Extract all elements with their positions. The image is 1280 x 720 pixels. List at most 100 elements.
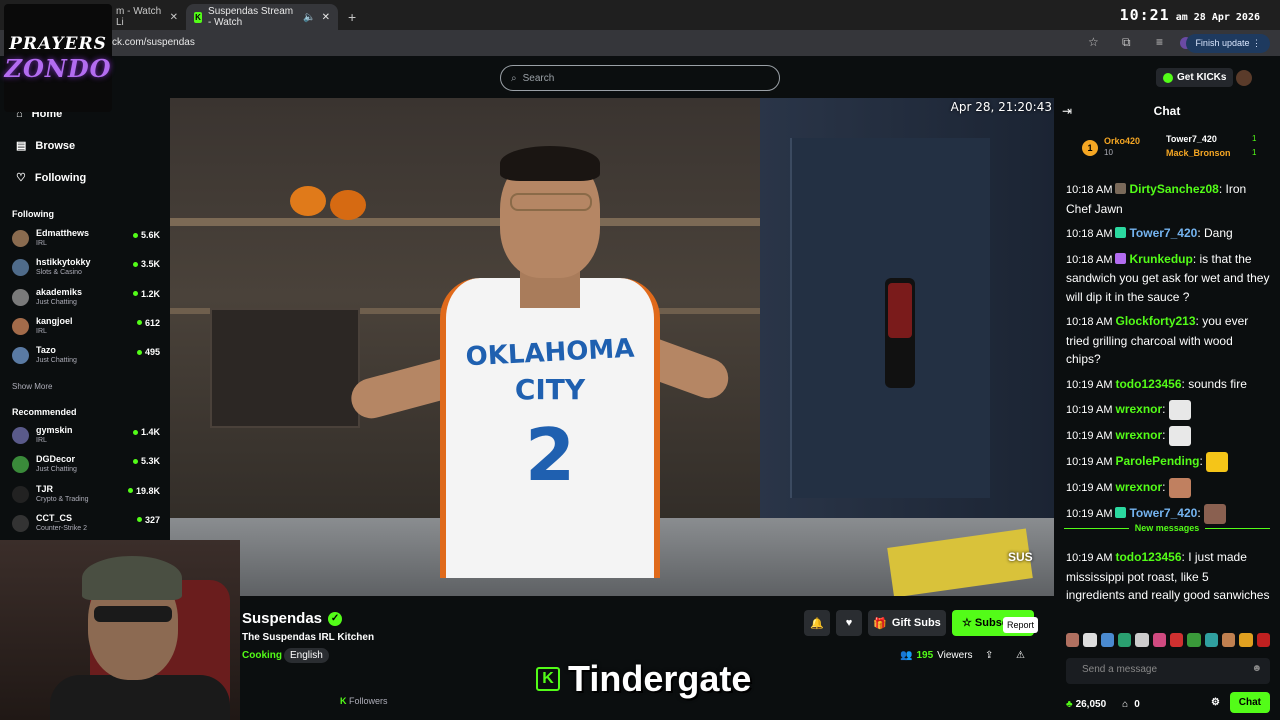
browser-tab-1[interactable]: m - Watch Li ✕: [108, 4, 186, 30]
url-text[interactable]: ck.com/suspendas: [112, 37, 195, 48]
channel-viewers: 1.2K: [132, 289, 160, 299]
message-time: 10:18 AM: [1066, 253, 1113, 266]
finish-update-button[interactable]: Finish update ⋮: [1186, 34, 1270, 53]
message-time: 10:19 AM: [1066, 482, 1113, 495]
message-username[interactable]: wrexnor: [1115, 428, 1162, 442]
streamer-name-label: Suspendas: [242, 610, 323, 627]
gift-subs-label: Gift Subs: [891, 617, 941, 629]
message-username[interactable]: Tower7_420: [1129, 226, 1197, 240]
close-icon[interactable]: ✕: [322, 12, 330, 23]
emote-quick-bar: [1066, 633, 1270, 649]
jersey-text: CITY: [514, 373, 586, 406]
sidebar-channel[interactable]: DGDecor Just Chatting 5.3K: [12, 453, 160, 479]
sidebar-channel[interactable]: hstikkytokky Slots & Casino 3.5K: [12, 256, 160, 282]
kicks-coin-icon: [1163, 72, 1173, 83]
new-tab-button[interactable]: +: [340, 4, 364, 30]
message-username[interactable]: Glockforty213: [1115, 314, 1195, 328]
gift-subs-button[interactable]: 🎁 Gift Subs: [868, 610, 946, 636]
search-input[interactable]: ⌕ Search: [500, 65, 780, 91]
sidebar-channel[interactable]: Tazo Just Chatting 495: [12, 344, 160, 370]
emote-icon[interactable]: [1066, 633, 1080, 647]
emote-icon[interactable]: [1256, 633, 1270, 647]
user-avatar[interactable]: [1236, 70, 1252, 86]
chat-panel: ⇥ Chat 1 Orko420 10 Tower7_420 1 Mack_Br…: [1054, 98, 1280, 720]
kicks-balance[interactable]: 26,050: [1076, 699, 1107, 710]
emote-icon[interactable]: [1187, 633, 1201, 647]
warning-icon[interactable]: ⚠: [1016, 650, 1025, 661]
live-dot-icon: [136, 517, 142, 523]
emote-icon[interactable]: [1083, 633, 1097, 647]
sidebar-channel[interactable]: gymskin IRL 1.4K: [12, 424, 160, 450]
gifter-name[interactable]: Mack_Bronson: [1166, 148, 1231, 158]
gifter-name[interactable]: Orko420: [1104, 136, 1140, 146]
new-messages-divider[interactable]: New messages: [1064, 523, 1270, 533]
message-time: 10:19 AM: [1066, 378, 1113, 391]
message-username[interactable]: todo123456: [1115, 550, 1181, 564]
bell-button[interactable]: 🔔: [804, 610, 830, 636]
avatar: [12, 514, 29, 532]
streamer-name[interactable]: Suspendas ✓: [242, 610, 343, 627]
emote-icon[interactable]: [1135, 633, 1149, 647]
sidebar-channel[interactable]: kangjoel IRL 612: [12, 315, 160, 341]
sidebar-channel[interactable]: akademiks Just Chatting 1.2K: [12, 286, 160, 312]
star-icon[interactable]: ☆: [1088, 35, 1099, 49]
live-dot-icon: [127, 488, 133, 494]
emote-icon[interactable]: [1239, 633, 1253, 647]
chat-message: 10:19 AM ParolePending:: [1066, 452, 1270, 472]
chat-input[interactable]: Send a message ☻: [1066, 658, 1270, 684]
points-count[interactable]: 0: [1134, 699, 1140, 710]
emote-icon[interactable]: [1152, 633, 1166, 647]
message-username[interactable]: wrexnor: [1115, 402, 1162, 416]
emote-icon[interactable]: [1117, 633, 1132, 647]
sidebar-item-following[interactable]: ♡ Following: [16, 171, 86, 185]
extensions-icon[interactable]: ⧉: [1122, 35, 1131, 50]
message-username[interactable]: DirtySanchez08: [1129, 182, 1218, 196]
speaker-icon[interactable]: 🔈: [303, 12, 315, 23]
message-username[interactable]: todo123456: [1115, 377, 1181, 391]
sidebar-item-browse[interactable]: ▤ Browse: [16, 139, 76, 153]
message-username[interactable]: Tower7_420: [1129, 506, 1197, 520]
emoji-icon[interactable]: ☻: [1251, 663, 1262, 674]
message-username[interactable]: ParolePending: [1115, 454, 1199, 468]
points-icon: ⌂: [1122, 698, 1129, 710]
sidebar-item-label: Browse: [35, 139, 76, 152]
user-badge-icon: [1115, 227, 1127, 238]
emote-icon[interactable]: [1204, 633, 1218, 647]
video-scene: [210, 308, 360, 428]
sidebar-channel[interactable]: CCT_CS Counter-Strike 2 327: [12, 512, 160, 538]
message-username[interactable]: wrexnor: [1115, 480, 1162, 494]
video-player[interactable]: OKLAHOMA CITY 2 Apr 28, 21:20:43 SUS: [170, 98, 1054, 596]
sidebar-channel[interactable]: TJR Crypto & Trading 19.8K: [12, 483, 160, 509]
browser-tab-2[interactable]: K Suspendas Stream - Watch 🔈 ✕: [186, 4, 338, 30]
show-more-link[interactable]: Show More: [12, 382, 52, 391]
language-tag[interactable]: English: [284, 648, 329, 663]
chat-message: 10:19 AM todo123456: sounds fire: [1066, 375, 1270, 395]
get-kicks-button[interactable]: Get KICKs: [1156, 68, 1234, 87]
sidebar-channel[interactable]: Edmatthews IRL 5.6K: [12, 227, 160, 253]
message-time: 10:19 AM: [1066, 508, 1113, 521]
verified-icon: ✓: [328, 611, 343, 626]
follow-button[interactable]: ♥: [836, 610, 862, 636]
stream-title: The Suspendas IRL Kitchen: [242, 632, 375, 643]
close-icon[interactable]: ✕: [170, 12, 178, 23]
share-icon[interactable]: ⇪: [985, 650, 993, 661]
message-username[interactable]: Krunkedup: [1129, 252, 1192, 266]
viewer-count: 5.3K: [140, 456, 160, 467]
emote-icon[interactable]: [1221, 633, 1236, 647]
send-chat-button[interactable]: Chat: [1229, 692, 1270, 713]
jersey-number: 2: [524, 413, 576, 497]
logo-line-2: ZONDO: [4, 53, 112, 83]
emote-icon[interactable]: [1100, 633, 1114, 647]
recommended-heading: Recommended: [12, 407, 77, 417]
message-time: 10:18 AM: [1066, 228, 1113, 240]
emote-icon[interactable]: [1169, 633, 1184, 647]
gifter-name[interactable]: Tower7_420: [1166, 134, 1217, 144]
live-dot-icon: [132, 232, 138, 238]
media-icon[interactable]: ≡: [1156, 35, 1163, 49]
category-link[interactable]: Cooking: [242, 650, 282, 661]
channel-name: akademiks: [36, 286, 83, 297]
chat-message: 10:18 AM DirtySanchez08: Iron Chef Jawn: [1066, 180, 1270, 218]
video-timestamp: Apr 28, 21:20:43: [950, 100, 1052, 114]
settings-icon[interactable]: ⚙: [1211, 697, 1220, 708]
search-placeholder: Search: [522, 72, 555, 84]
